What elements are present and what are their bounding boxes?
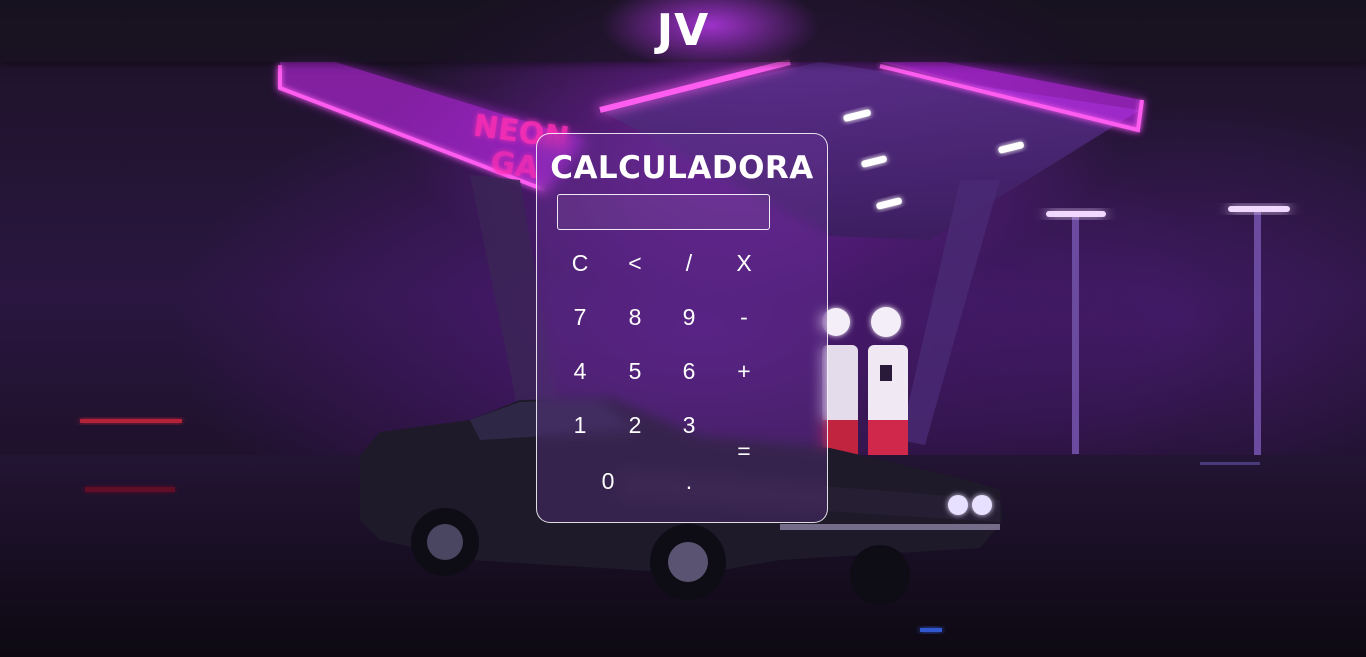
clear-button[interactable]: C <box>555 243 605 283</box>
top-header: JV <box>0 0 1366 70</box>
puddle-reflection <box>920 628 942 632</box>
header-glow <box>600 0 820 70</box>
tail-light-streak <box>80 419 182 423</box>
minus-button[interactable]: - <box>719 297 769 337</box>
digit-9-button[interactable]: 9 <box>664 297 714 337</box>
street-lamp <box>1046 211 1106 454</box>
digit-8-button[interactable]: 8 <box>610 297 660 337</box>
puddle-reflection <box>1200 462 1260 465</box>
fuel-pump <box>868 307 908 455</box>
calculator-display-input[interactable] <box>557 194 770 230</box>
divide-button[interactable]: / <box>664 243 714 283</box>
digit-1-button[interactable]: 1 <box>555 405 605 445</box>
multiply-button[interactable]: X <box>719 243 769 283</box>
digit-4-button[interactable]: 4 <box>555 351 605 391</box>
backspace-button[interactable]: < <box>610 243 660 283</box>
street-lamp <box>1228 206 1290 455</box>
calculator-panel: CALCULADORA C < / X 7 8 9 - 4 5 6 + 1 2 … <box>536 133 828 523</box>
tail-light-reflection <box>85 487 175 492</box>
decimal-button[interactable]: . <box>664 461 714 501</box>
plus-button[interactable]: + <box>719 351 769 391</box>
digit-7-button[interactable]: 7 <box>555 297 605 337</box>
digit-3-button[interactable]: 3 <box>664 405 714 445</box>
digit-6-button[interactable]: 6 <box>664 351 714 391</box>
calculator-title: CALCULADORA <box>550 150 814 186</box>
digit-5-button[interactable]: 5 <box>610 351 660 391</box>
equals-button[interactable]: = <box>719 406 769 496</box>
jv-logo[interactable]: JV <box>657 0 709 62</box>
digit-0-button[interactable]: 0 <box>558 461 658 501</box>
digit-2-button[interactable]: 2 <box>610 405 660 445</box>
